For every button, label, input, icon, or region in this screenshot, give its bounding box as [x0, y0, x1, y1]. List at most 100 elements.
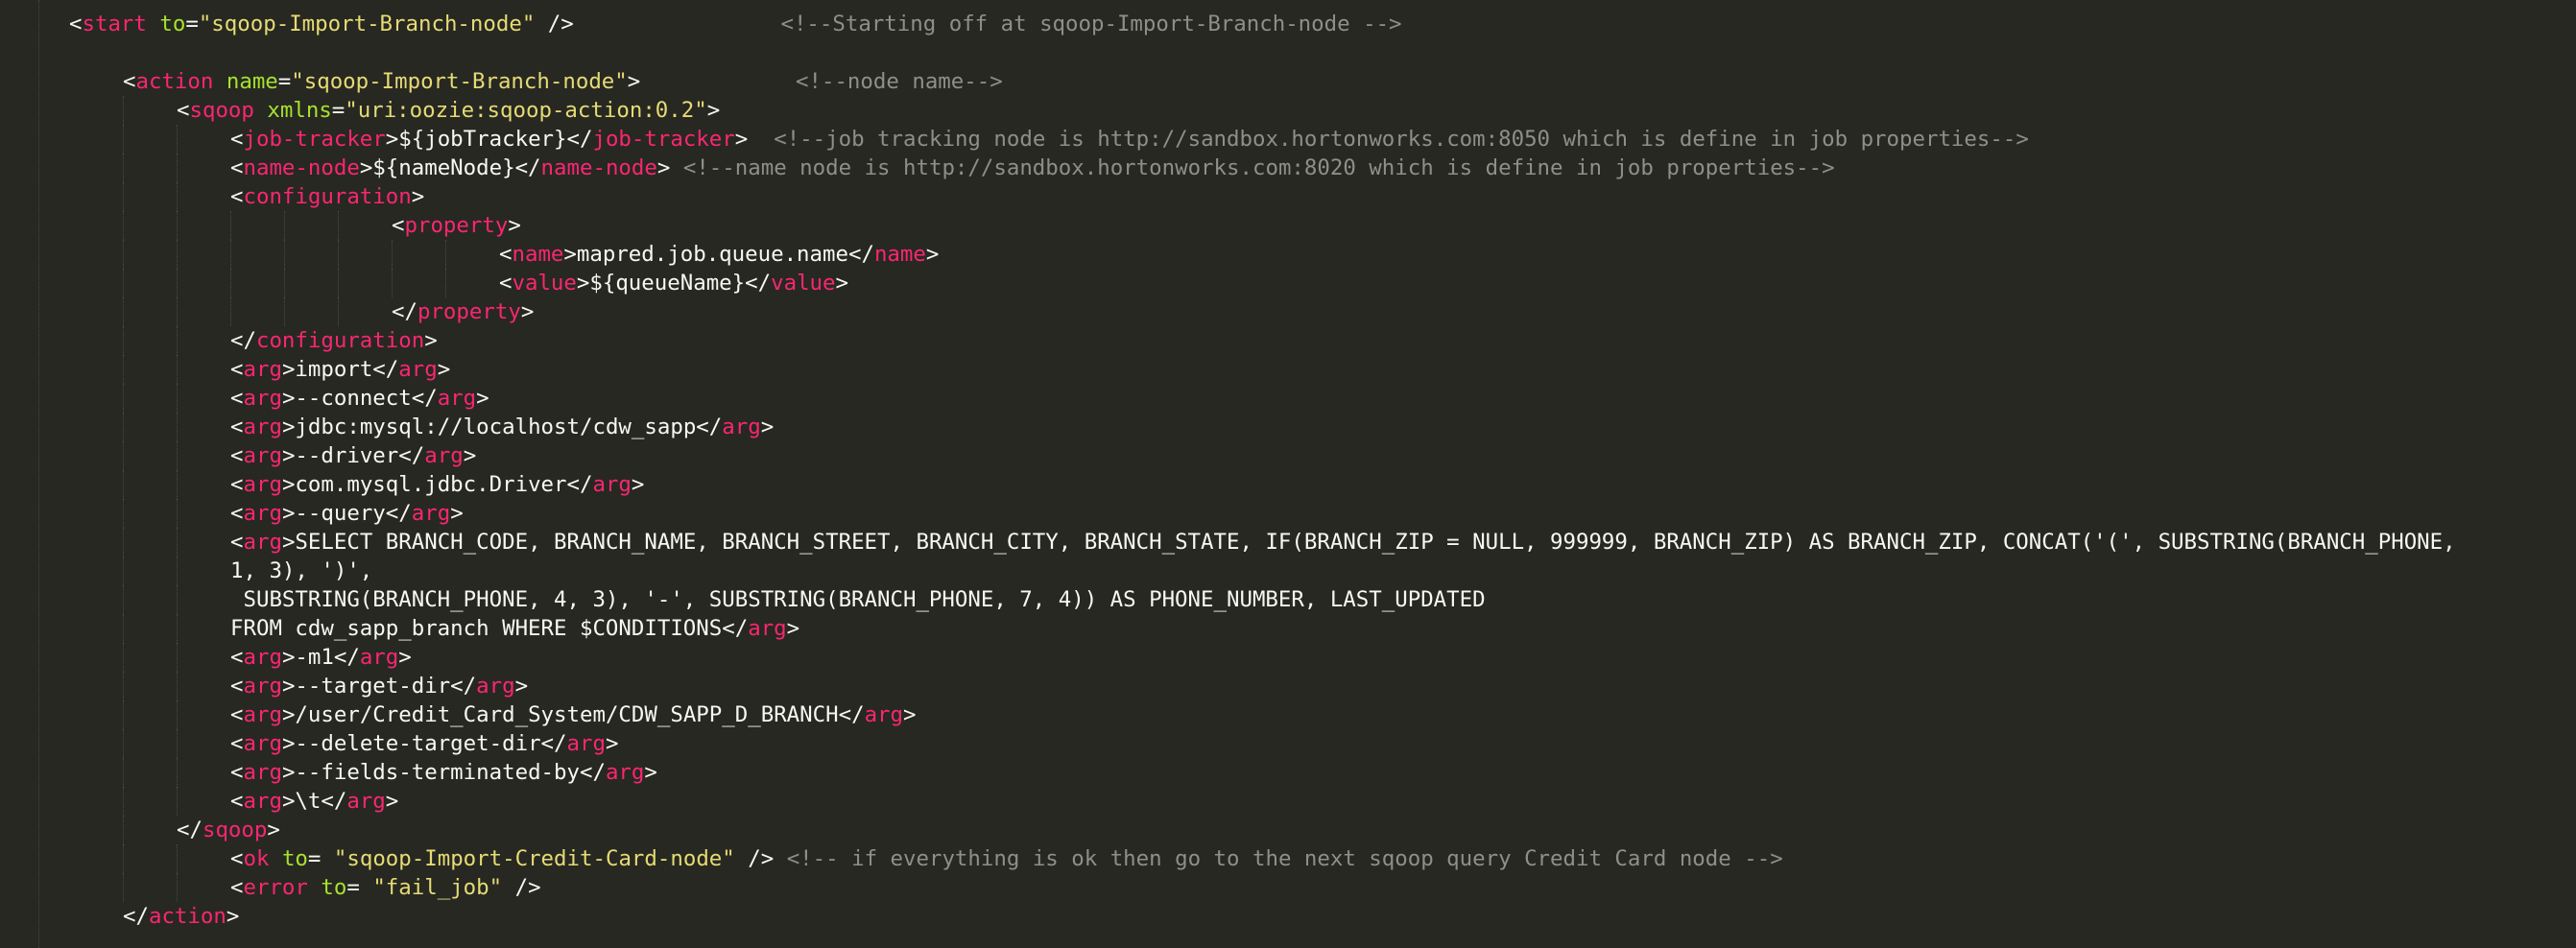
code-line[interactable]: <property>	[392, 211, 521, 240]
code-line[interactable]: <name-node>${nameNode}</name-node> <!--n…	[230, 154, 1835, 182]
code-line[interactable]: FROM cdw_sapp_branch WHERE $CONDITIONS</…	[230, 614, 799, 643]
code-line[interactable]: <configuration>	[230, 182, 424, 211]
code-line[interactable]: <name>mapred.job.queue.name</name>	[499, 240, 939, 269]
indent-guide	[230, 269, 231, 297]
code-comment: <!--job tracking node is http://sandbox.…	[774, 127, 2029, 152]
code-line[interactable]: <start to="sqoop-Import-Branch-node" /> …	[69, 10, 1402, 38]
code-text: 1, 3), ')',	[230, 558, 373, 583]
indent-guide	[123, 787, 124, 816]
indent-guide	[123, 729, 124, 758]
indent-guide	[123, 355, 124, 384]
code-line[interactable]: <job-tracker>${jobTracker}</job-tracker>…	[230, 125, 2029, 154]
code-text: >	[734, 127, 775, 152]
tag-name: job-tracker	[592, 127, 735, 152]
indent-guide	[177, 672, 178, 700]
indent-guide	[230, 211, 231, 240]
tag-name: arg	[243, 789, 282, 814]
indent-guide	[123, 643, 124, 672]
code-text: >\t</	[281, 789, 347, 814]
code-text: >${nameNode}</	[359, 155, 541, 180]
indent-guide	[177, 441, 178, 470]
code-text: FROM cdw_sapp_branch WHERE $CONDITIONS</	[230, 616, 749, 641]
code-text: <	[230, 846, 244, 871]
indent-guide	[123, 614, 124, 643]
code-text: >--connect</	[281, 386, 438, 411]
code-line[interactable]: <arg>com.mysql.jdbc.Driver</arg>	[230, 470, 644, 499]
code-text: >	[514, 674, 529, 699]
code-line[interactable]: <arg>/user/Credit_Card_System/CDW_SAPP_D…	[230, 700, 917, 729]
indent-guide	[123, 154, 124, 182]
code-line[interactable]: <sqoop xmlns="uri:oozie:sqoop-action:0.2…	[177, 96, 720, 125]
code-line[interactable]: </action>	[123, 902, 239, 931]
code-text: />	[734, 846, 787, 871]
indent-guide	[123, 211, 124, 240]
code-line[interactable]: SUBSTRING(BRANCH_PHONE, 4, 3), '-', SUBS…	[230, 585, 1485, 614]
indent-guide	[177, 384, 178, 413]
code-line[interactable]: <arg>--target-dir</arg>	[230, 672, 528, 700]
code-line[interactable]: <arg>jdbc:mysql://localhost/cdw_sapp</ar…	[230, 413, 774, 441]
code-text: <	[230, 530, 244, 555]
code-comment: <!--node name-->	[796, 69, 1003, 94]
code-line[interactable]: <error to= "fail_job" />	[230, 873, 541, 902]
tag-name: property	[417, 299, 521, 324]
tag-name: value	[512, 271, 577, 296]
code-text: =	[277, 69, 292, 94]
code-text: <	[177, 98, 190, 123]
attribute-value: "uri:oozie:sqoop-action:0.2"	[345, 98, 707, 123]
indent-guide	[123, 873, 124, 902]
tag-name: configuration	[243, 184, 412, 209]
indent-guide	[230, 240, 231, 269]
code-text: </	[392, 299, 417, 324]
code-line[interactable]: <arg>--connect</arg>	[230, 384, 489, 413]
code-text: >	[627, 69, 641, 94]
code-line[interactable]: </configuration>	[230, 326, 438, 355]
indent-guide	[177, 585, 178, 614]
code-text: >	[903, 702, 917, 727]
code-text: <	[230, 674, 244, 699]
code-text: >	[463, 443, 477, 468]
indent-guide	[123, 326, 124, 355]
tag-name: arg	[592, 472, 632, 497]
code-line[interactable]: </property>	[392, 297, 534, 326]
tag-name: property	[404, 213, 509, 238]
code-text: >	[644, 760, 657, 785]
indent-guide	[38, 0, 39, 948]
tag-name: arg	[864, 702, 904, 727]
code-line[interactable]: <arg>--driver</arg>	[230, 441, 476, 470]
indent-guide	[123, 125, 124, 154]
tag-name: arg	[243, 530, 282, 555]
code-text: <	[230, 789, 244, 814]
tag-name: name	[873, 242, 926, 267]
tag-name: configuration	[255, 328, 425, 353]
tag-name: arg	[243, 415, 282, 439]
indent-guide	[123, 816, 124, 844]
code-line[interactable]: <action name="sqoop-Import-Branch-node">…	[123, 67, 1003, 96]
code-text: </	[230, 328, 256, 353]
code-text: <	[499, 271, 513, 296]
code-text: >	[450, 501, 464, 526]
tag-name: job-tracker	[243, 127, 386, 152]
indent-guide	[123, 182, 124, 211]
code-line[interactable]: <arg>\t</arg>	[230, 787, 398, 816]
indent-guide	[177, 355, 178, 384]
tag-name: arg	[566, 731, 606, 756]
code-line[interactable]: <arg>SELECT BRANCH_CODE, BRANCH_NAME, BR…	[230, 528, 2456, 557]
code-line[interactable]: <arg>import</arg>	[230, 355, 450, 384]
code-line[interactable]: <arg>-m1</arg>	[230, 643, 412, 672]
code-line[interactable]: <ok to= "sqoop-Import-Credit-Card-node" …	[230, 844, 1783, 873]
code-line[interactable]: </sqoop>	[177, 816, 280, 844]
code-line[interactable]: 1, 3), ')',	[230, 557, 372, 585]
code-line[interactable]: <arg>--query</arg>	[230, 499, 464, 528]
code-line[interactable]: <value>${queueName}</value>	[499, 269, 848, 297]
code-line[interactable]: <arg>--fields-terminated-by</arg>	[230, 758, 657, 787]
indent-guide	[177, 125, 178, 154]
code-editor[interactable]: <start to="sqoop-Import-Branch-node" /> …	[0, 0, 2576, 948]
indent-guide	[177, 297, 178, 326]
attribute-value: "sqoop-Import-Branch-node"	[198, 12, 536, 36]
indent-guide	[338, 240, 339, 269]
code-line[interactable]: <arg>--delete-target-dir</arg>	[230, 729, 618, 758]
indent-guide	[123, 470, 124, 499]
indent-guide	[123, 557, 124, 585]
